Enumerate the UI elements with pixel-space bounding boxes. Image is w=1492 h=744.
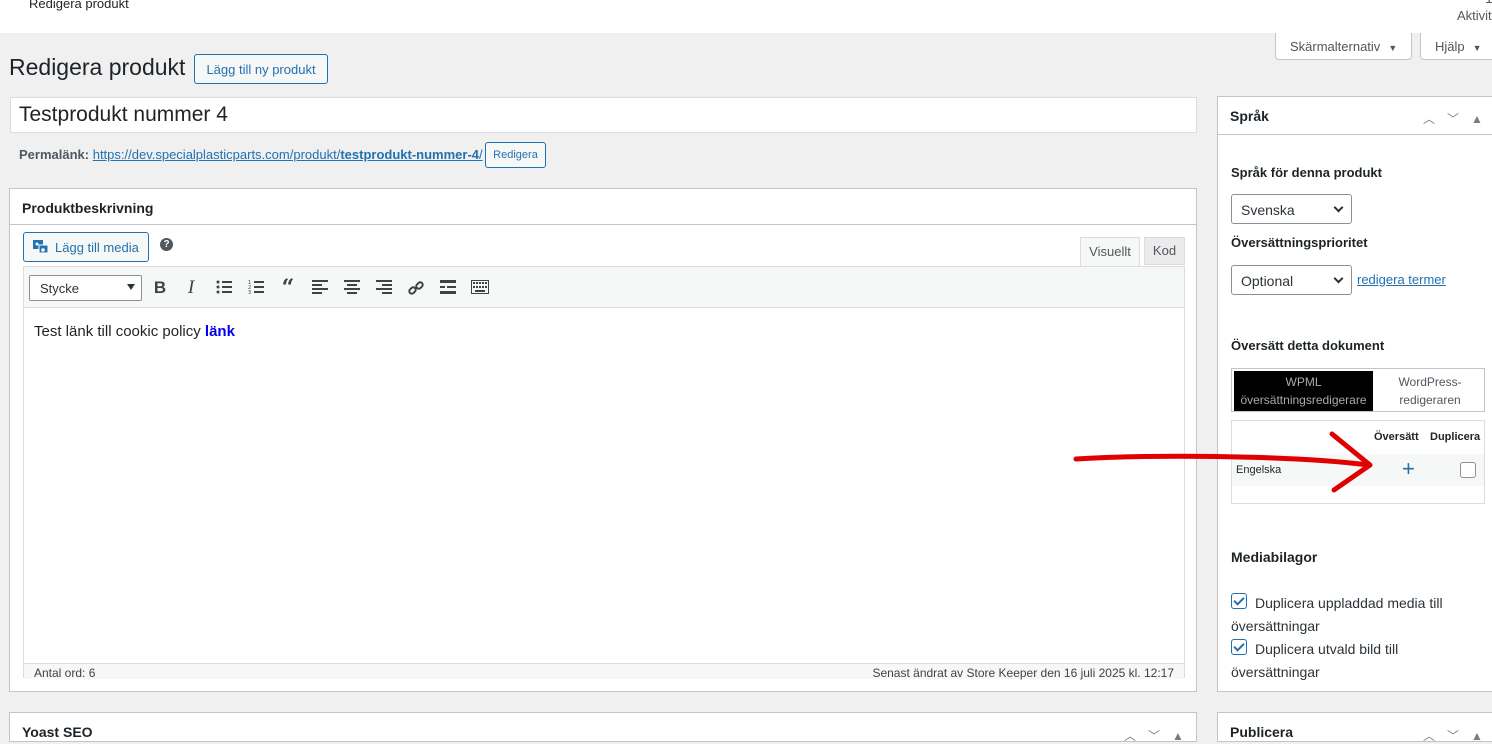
page-title: Redigera produkt [9, 54, 186, 80]
bold-icon[interactable]: B [149, 277, 171, 299]
numbered-list-icon[interactable]: 123 [245, 277, 267, 299]
bullet-list-icon[interactable] [213, 277, 235, 299]
col-translate: Översätt [1374, 431, 1419, 443]
media-icon [33, 239, 49, 254]
align-right-icon[interactable] [373, 277, 395, 299]
blockquote-icon[interactable]: “ [277, 277, 299, 299]
editor-statusbar: Antal ord: 6 Senast ändrat av Store Keep… [24, 663, 1184, 680]
language-box-title: Språk [1230, 108, 1269, 124]
permalink-link[interactable]: https://dev.specialplasticparts.com/prod… [93, 147, 483, 162]
permalink-edit-button[interactable]: Redigera [485, 142, 546, 168]
translate-label: Översätt detta dokument [1231, 338, 1385, 353]
dup-image-label: Duplicera utvald bild till översättninga… [1231, 641, 1399, 680]
screen-options-tab[interactable]: Skärmalternativ ▼ [1275, 33, 1412, 60]
box-title: Produktbeskrivning [22, 200, 154, 216]
editor-content[interactable]: Test länk till cookic policy länk [34, 323, 235, 340]
yoast-seo-box: Yoast SEO ︿﹀▲ [9, 712, 1197, 744]
media-attachments-title: Mediabilagor [1231, 549, 1318, 565]
priority-label: Översättningsprioritet [1231, 235, 1368, 250]
activity-link[interactable]: Aktivit [1457, 8, 1492, 23]
language-select-value: Svenska [1241, 202, 1295, 218]
caret-down-icon: ▼ [1472, 43, 1482, 53]
tab-code[interactable]: Kod [1144, 237, 1185, 265]
box-header: Produktbeskrivning [10, 189, 1196, 225]
help-icon[interactable]: ? [160, 238, 173, 251]
add-media-label: Lägg till media [55, 239, 139, 255]
link-icon[interactable] [405, 277, 427, 299]
svg-text:3: 3 [248, 290, 251, 294]
language-select[interactable]: Svenska [1231, 194, 1352, 224]
box-order-icons[interactable]: ︿﹀▲ [1423, 110, 1492, 127]
add-media-button[interactable]: Lägg till media [23, 232, 149, 262]
screen-options-label: Skärmalternativ [1290, 39, 1381, 54]
duplicate-checkbox[interactable] [1460, 462, 1476, 478]
top-bar: Redigera produkt 1 Aktivit [0, 0, 1492, 33]
dropdown-arrow-icon [127, 284, 135, 290]
editor-toolbar: Stycke B I 123 “ [24, 267, 1184, 308]
editor-frame: Stycke B I 123 “ Test länk till cookic p… [23, 266, 1185, 680]
box-order-icons[interactable]: ︿﹀▲ [1124, 727, 1196, 744]
language-box-header: Språk ︿﹀▲ [1218, 97, 1492, 135]
permalink-label: Permalänk: [19, 147, 90, 162]
priority-select[interactable]: Optional [1231, 265, 1352, 295]
publish-box: Publicera ︿﹀▲ [1217, 712, 1492, 744]
dup-media-label: Duplicera uppladdad media till översättn… [1231, 595, 1443, 634]
chevron-down-icon [1333, 273, 1344, 284]
tab-visual[interactable]: Visuellt [1080, 237, 1140, 267]
align-center-icon[interactable] [341, 277, 363, 299]
chevron-down-icon [1333, 202, 1344, 213]
product-title-input[interactable] [10, 97, 1197, 133]
toolbar-toggle-icon[interactable] [469, 277, 491, 299]
col-duplicate: Duplicera [1430, 431, 1481, 443]
edit-terms-link[interactable]: redigera termer [1357, 272, 1446, 287]
format-select[interactable]: Stycke [29, 275, 142, 301]
language-label: Språk för denna produkt [1231, 165, 1382, 180]
activity-indicator: 1 [1485, 0, 1492, 6]
yoast-title: Yoast SEO [22, 724, 93, 740]
content-link[interactable]: länk [205, 323, 235, 340]
box-order-icons[interactable]: ︿﹀▲ [1423, 727, 1492, 744]
read-more-icon[interactable] [437, 277, 459, 299]
publish-title: Publicera [1230, 724, 1294, 740]
tab-wpml-editor[interactable]: WPML översättningsredigerare [1234, 371, 1373, 411]
permalink: Permalänk: https://dev.specialplasticpar… [19, 147, 483, 162]
last-edited: Senast ändrat av Store Keeper den 16 jul… [872, 666, 1174, 680]
word-count: Antal ord: 6 [34, 666, 96, 680]
language-box: Språk ︿﹀▲ Språk för denna produkt Svensk… [1217, 96, 1492, 692]
editor-choice-tabs: WPML översättningsredigerare WordPress-r… [1231, 368, 1485, 412]
help-label: Hjälp [1435, 39, 1465, 54]
priority-select-value: Optional [1241, 273, 1294, 289]
product-description-box: Produktbeskrivning Lägg till media ? Vis… [9, 188, 1197, 692]
help-tab[interactable]: Hjälp ▼ [1420, 33, 1492, 60]
add-translation-icon[interactable]: + [1402, 458, 1415, 480]
add-new-product-button[interactable]: Lägg till ny produkt [194, 54, 328, 84]
caret-down-icon: ▼ [1388, 43, 1398, 53]
italic-icon[interactable]: I [180, 277, 202, 299]
annotation-arrow-icon [1073, 431, 1373, 493]
content-text: Test länk till cookic policy [34, 323, 205, 340]
breadcrumb: Redigera produkt [29, 0, 129, 11]
format-select-value: Stycke [40, 281, 80, 296]
align-left-icon[interactable] [309, 277, 331, 299]
tab-wordpress-editor[interactable]: WordPress-redigeraren [1380, 371, 1480, 411]
